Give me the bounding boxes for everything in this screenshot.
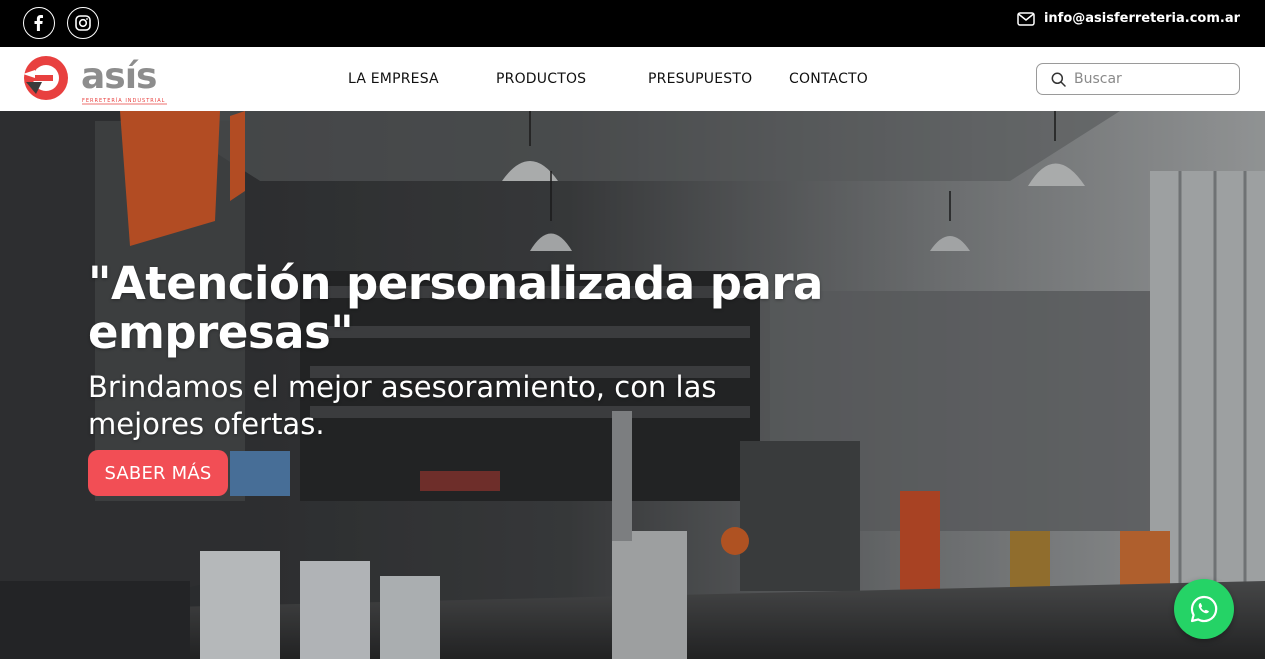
search-input[interactable] [1074,71,1224,87]
email-text: info@asisferreteria.com.ar [1043,11,1240,26]
top-bar: info@asisferreteria.com.ar [0,0,1265,47]
search-icon [1051,72,1066,87]
logo-text: asís [81,56,157,97]
logo-tagline: FERRETERÍA INDUSTRIAL [82,97,165,104]
nav-presupuesto[interactable]: PRESUPUESTO [648,71,752,87]
whatsapp-button[interactable] [1174,579,1234,639]
hero-subtitle: Brindamos el mejor asesoramiento, con la… [88,370,717,441]
instagram-link[interactable] [67,7,99,39]
site-header: asís FERRETERÍA INDUSTRIAL LA EMPRESA PR… [0,47,1265,111]
search-box[interactable] [1036,63,1240,95]
nav-la-empresa[interactable]: LA EMPRESA [348,71,439,87]
nav-contacto[interactable]: CONTACTO [789,71,868,87]
email-link[interactable]: info@asisferreteria.com.ar [1017,11,1240,26]
whatsapp-icon [1190,595,1218,623]
envelope-icon [1017,11,1035,26]
instagram-icon [75,15,91,31]
facebook-link[interactable] [23,7,55,39]
nav-productos[interactable]: PRODUCTOS [496,71,586,87]
facebook-icon [34,15,43,31]
hero-title: "Atención personalizada para empresas" [88,257,823,359]
logo[interactable]: asís FERRETERÍA INDUSTRIAL [23,52,173,106]
hero-banner: "Atención personalizada para empresas" B… [0,111,1265,659]
logo-mark-icon: asís FERRETERÍA INDUSTRIAL [23,56,167,105]
saber-mas-button[interactable]: SABER MÁS [88,450,228,496]
